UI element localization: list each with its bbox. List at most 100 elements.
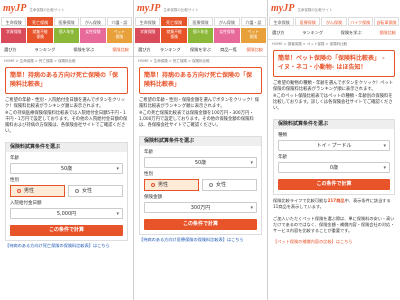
nav-tab[interactable]: バイク保険 [347, 17, 373, 26]
product-tiles: 学資保険 就業不能 保険 個人年金 女性保険 ペット 保険 [134, 27, 267, 44]
radio-option[interactable]: 男性 [144, 179, 199, 191]
field-label: 年齢 [10, 156, 19, 161]
field-label: 保険金額 [144, 195, 162, 200]
section-menu-item[interactable]: 保険を学ぶ [190, 47, 211, 53]
result-note: 保険比較ライフで比較可能な217商品中、表示条件に該当する11商品を表示していま… [268, 195, 400, 213]
product-tile[interactable]: 就業不能 保険 [27, 28, 53, 43]
comparison-link[interactable]: 【ペット保険の補償内容の比較】はこちら [268, 237, 400, 247]
comparison-link[interactable]: 【持病のある方向け死亡保険の保険料比較表】はこちら [0, 241, 133, 251]
section-menu-item[interactable]: 保険比較 [112, 47, 129, 53]
nav-tab[interactable]: 医療保険 [187, 17, 214, 26]
site-tagline: 生命保険の比較サイト [163, 8, 199, 12]
radio-dot-icon [17, 188, 21, 193]
nav-tab[interactable]: がん保険 [321, 17, 347, 26]
product-tile[interactable]: 個人年金 [187, 28, 214, 43]
site-header: myJP 生命保険の比較サイト [268, 0, 400, 17]
description-paragraph: ※この死亡保険比較表では保険金額を100万円・300万円・1,000万円で設定し… [139, 111, 254, 128]
nav-tab[interactable]: 死亡保険 [161, 17, 187, 26]
select-field[interactable]: 50歳 [10, 163, 123, 174]
nav-tab[interactable]: 死亡保険 [27, 17, 53, 26]
nav-tab[interactable]: がん保険 [80, 17, 106, 26]
page-title: 簡単！持病のある方向け死亡保険の「保険料比較表」 [139, 67, 262, 94]
section-menu-item[interactable]: ランキング [302, 30, 323, 36]
select-field[interactable]: トイ・プードル [278, 140, 390, 151]
section-menu-item[interactable]: 保険を学ぶ [341, 30, 362, 36]
calculate-button[interactable]: この条件で計算 [278, 179, 390, 190]
nav-tab[interactable]: 生命保険 [135, 17, 161, 26]
site-header: myJP 生命保険の比較サイト [0, 0, 133, 17]
field-label: 性別 [10, 178, 19, 183]
product-tile[interactable]: 学資保険 [1, 28, 27, 43]
section-menu-item[interactable]: ランキング [35, 47, 56, 53]
condition-form: 保険料試算条件を選ぶ種類トイ・プードル年齢 0歳この条件で計算 [273, 119, 395, 195]
nav-tab[interactable]: 介護・認 [240, 17, 267, 26]
section-menu-item[interactable]: 選び方 [272, 30, 285, 36]
select-field[interactable]: 50歳 [144, 157, 257, 168]
product-tile[interactable]: 就業不能 保険 [161, 28, 187, 43]
site-logo[interactable]: myJP [3, 3, 26, 14]
radio-dot-icon [75, 188, 79, 193]
product-tile[interactable]: 女性保険 [80, 28, 106, 43]
comparison-link[interactable]: 【持病のある方向け医療保険の保険料比較表】はこちら [134, 235, 267, 245]
description-paragraph: ※この持病医療保険保険料比較表では入院給付金日額5千円・1千円・1万円で設定して… [5, 111, 128, 134]
product-tile[interactable]: ペット 保険 [240, 28, 267, 43]
form-title: 保険料試算条件を選ぶ [140, 137, 261, 146]
site-tagline: 生命保険の比較サイト [297, 8, 333, 12]
product-tile[interactable]: 個人年金 [53, 28, 80, 43]
calculate-button[interactable]: この条件で計算 [144, 219, 257, 230]
page-title: 簡単！持病のある方向け死亡保険の「保険料比較表」 [5, 67, 128, 94]
nav-tab[interactable]: 医療保険 [295, 17, 321, 26]
nav-tab[interactable]: 介護・認 [106, 17, 133, 26]
description-paragraph: ご希望の動物の種類・年齢を選んでボタンをクリック！ペット保険の保険料比較表がラン… [273, 81, 394, 92]
select-field[interactable]: 0歳 [278, 162, 390, 173]
breadcrumb: HOME > 損害保険 > ペット保険 > 保険料比較 [272, 42, 348, 46]
section-menu-item[interactable]: 保険比較 [246, 47, 263, 53]
description: ご希望の動物の種類・年齢を選んでボタンをクリック！ペット保険の保険料比較表がラン… [268, 77, 400, 116]
field-label: 年齢 [144, 150, 153, 155]
product-tiles: 学資保険 就業不能 保険 個人年金 女性保険 ペット 保険 [0, 27, 133, 44]
section-menu-item[interactable]: 商品一覧 [220, 47, 237, 53]
phone-screen-2: myJP 生命保険の比較サイト 生命保険 死亡保険 医療保険 がん保険 介護・認 学資保険 就業… [134, 0, 267, 300]
form-title: 保険料試算条件を選ぶ [274, 120, 394, 129]
description-paragraph: ご希望の年齢・性別・入院給付金日額を選んでボタンをクリック！保険料比較表がランキ… [5, 98, 126, 109]
radio-dot-icon [151, 182, 155, 187]
product-tile[interactable]: 学資保険 [135, 28, 161, 43]
radio-option-label: 女性 [216, 182, 227, 188]
radio-option-label: 男性 [158, 182, 169, 188]
section-menu-item[interactable]: 選び方 [4, 47, 17, 53]
breadcrumb: HOME > 生命保険 > 死亡保険 > 保険料比較 [4, 59, 76, 63]
category-nav: 生命保険 医療保険 がん保険 バイク保険 自転車保険 [268, 17, 400, 26]
field-label: 性別 [144, 172, 153, 177]
radio-group: 男性 女性 [10, 185, 123, 197]
description: ご希望の年齢・性別・保険金額を選んでボタンをクリック！保険料比較表がランキング順… [134, 94, 267, 133]
section-menu-item[interactable]: 選び方 [138, 47, 151, 53]
nav-tab[interactable]: 自転車保険 [373, 17, 400, 26]
condition-form: 保険料試算条件を選ぶ年齢 50歳性別男性 女性保険金額 300万円この条件で計算 [139, 136, 262, 235]
calculate-button[interactable]: この条件で計算 [10, 225, 123, 236]
radio-group: 男性 女性 [144, 179, 257, 191]
radio-option[interactable]: 男性 [10, 185, 65, 197]
field-label: 入院給付金日額 [10, 201, 42, 206]
product-tile[interactable]: ペット 保険 [106, 28, 133, 43]
select-field[interactable]: 300万円 [144, 202, 257, 213]
section-menu-item[interactable]: 保険比較 [379, 30, 396, 36]
radio-option[interactable]: 女性 [68, 185, 123, 197]
section-menu-item[interactable]: ランキング [160, 47, 181, 53]
page-title: 簡単！ペット保険の「保険料比較表」 -イヌ・ネコ・小動物- はほ告知！ [273, 50, 395, 77]
nav-tab[interactable]: 生命保険 [1, 17, 27, 26]
description: ご希望の年齢・性別・入院給付金日額を選んでボタンをクリック！保険料比較表がランキ… [0, 94, 133, 139]
condition-form: 保険料試算条件を選ぶ年齢 50歳性別男性 女性入院給付金日額 5,000円この条件で計… [5, 142, 128, 241]
nav-tab[interactable]: がん保険 [214, 17, 240, 26]
site-logo[interactable]: myJP [137, 3, 160, 14]
nav-tab[interactable]: 医療保険 [53, 17, 80, 26]
section-menu-item[interactable]: 保険を学ぶ [73, 47, 94, 53]
select-field[interactable]: 5,000円 [10, 208, 123, 219]
advice-text: ご加入いただくペット保険を選ぶ際は、単に保険料の安い・高いだけであるのではなく、… [273, 216, 395, 233]
radio-option[interactable]: 女性 [202, 179, 257, 191]
nav-tab[interactable]: 生命保険 [269, 17, 295, 26]
section-menu: 選び方 ランキング 保険を学ぶ 保険比較 [268, 27, 400, 40]
field-label: 種類 [278, 133, 287, 138]
product-tile[interactable]: 女性保険 [214, 28, 240, 43]
breadcrumb: HOME > 生命保険 > 死亡保険 > 保険料比較 [138, 59, 210, 63]
site-logo[interactable]: myJP [271, 3, 294, 14]
